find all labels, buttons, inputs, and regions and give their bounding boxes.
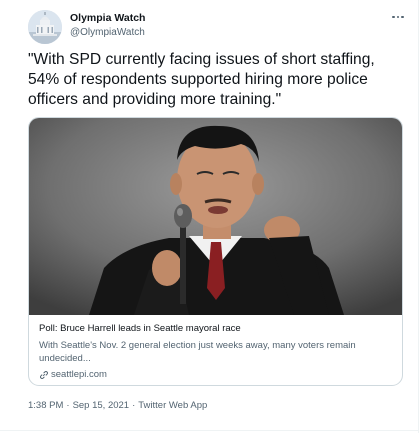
card-description: With Seattle's Nov. 2 general election j… bbox=[39, 340, 356, 364]
man-speaking-photo-icon bbox=[29, 118, 402, 315]
more-options-icon[interactable] bbox=[389, 12, 407, 22]
tweet: Olympia Watch @OlympiaWatch "With SPD cu… bbox=[0, 0, 419, 433]
tweet-timestamp: 1:38 PM · Sep 15, 2021 · Twitter Web App bbox=[28, 400, 207, 412]
separator: · bbox=[66, 400, 70, 411]
card-meta: Poll: Bruce Harrell leads in Seattle may… bbox=[39, 323, 394, 381]
author-info: Olympia Watch @OlympiaWatch bbox=[70, 12, 145, 39]
link-preview-card[interactable]: Poll: Bruce Harrell leads in Seattle may… bbox=[28, 117, 403, 386]
card-domain[interactable]: seattlepi.com bbox=[39, 369, 394, 381]
separator: · bbox=[132, 400, 136, 411]
tweet-date[interactable]: Sep 15, 2021 bbox=[73, 400, 130, 411]
card-title[interactable]: Poll: Bruce Harrell leads in Seattle may… bbox=[39, 323, 394, 335]
tweet-source[interactable]: Twitter Web App bbox=[138, 400, 207, 411]
capitol-building-icon bbox=[28, 10, 62, 44]
card-image[interactable] bbox=[29, 118, 402, 315]
display-name[interactable]: Olympia Watch bbox=[70, 12, 145, 25]
tweet-text: "With SPD currently facing issues of sho… bbox=[28, 51, 375, 108]
user-handle[interactable]: @OlympiaWatch bbox=[70, 26, 145, 39]
divider bbox=[0, 430, 419, 431]
card-domain-text: seattlepi.com bbox=[51, 369, 107, 380]
tweet-time[interactable]: 1:38 PM bbox=[28, 400, 63, 411]
avatar[interactable] bbox=[28, 10, 62, 44]
link-icon bbox=[39, 370, 49, 380]
